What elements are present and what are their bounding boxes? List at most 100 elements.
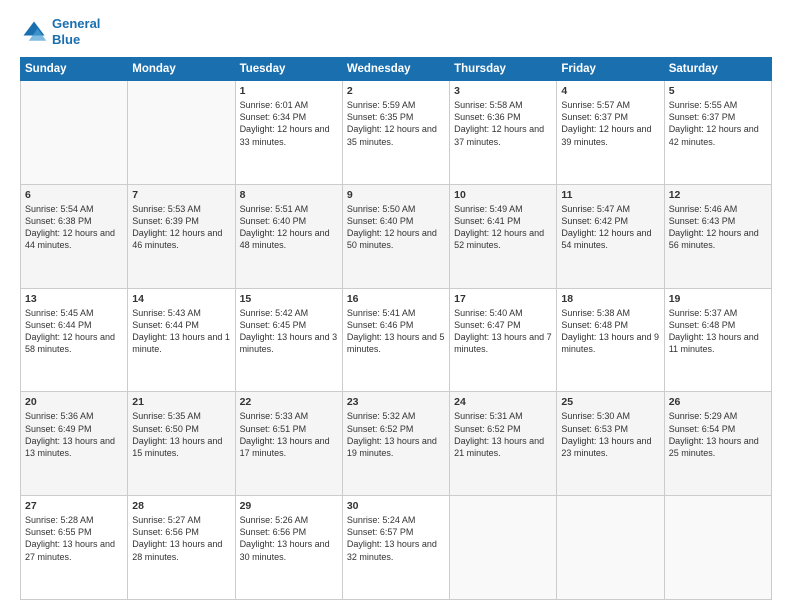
cell-info: Sunrise: 5:29 AM Sunset: 6:54 PM Dayligh… [669, 410, 767, 459]
day-header-wednesday: Wednesday [342, 58, 449, 81]
calendar-cell: 23 Sunrise: 5:32 AM Sunset: 6:52 PM Dayli… [342, 392, 449, 496]
calendar-cell: 5Sunrise: 5:55 AM Sunset: 6:37 PM Daylig… [664, 81, 771, 185]
cell-day-number: 3 [454, 85, 552, 97]
cell-info: Sunrise: 5:32 AM Sunset: 6:52 PM Dayligh… [347, 410, 445, 459]
cell-day-number: 11 [561, 189, 659, 201]
day-header-sunday: Sunday [21, 58, 128, 81]
calendar-cell: 12 Sunrise: 5:46 AM Sunset: 6:43 PM Dayli… [664, 184, 771, 288]
calendar-cell: 25 Sunrise: 5:30 AM Sunset: 6:53 PM Dayli… [557, 392, 664, 496]
cell-day-number: 14 [132, 293, 230, 305]
header: General Blue [20, 16, 772, 47]
week-row-3: 13 Sunrise: 5:45 AM Sunset: 6:44 PM Dayli… [21, 288, 772, 392]
logo-text: General Blue [52, 16, 100, 47]
week-row-4: 20 Sunrise: 5:36 AM Sunset: 6:49 PM Dayli… [21, 392, 772, 496]
calendar-cell: 28 Sunrise: 5:27 AM Sunset: 6:56 PM Dayli… [128, 496, 235, 600]
calendar-cell: 13 Sunrise: 5:45 AM Sunset: 6:44 PM Dayli… [21, 288, 128, 392]
cell-day-number: 19 [669, 293, 767, 305]
cell-day-number: 24 [454, 396, 552, 408]
cell-day-number: 26 [669, 396, 767, 408]
calendar-cell: 24 Sunrise: 5:31 AM Sunset: 6:52 PM Dayli… [450, 392, 557, 496]
week-row-5: 27 Sunrise: 5:28 AM Sunset: 6:55 PM Dayli… [21, 496, 772, 600]
page: General Blue SundayMondayTuesdayWednesda… [0, 0, 792, 612]
calendar-cell: 14 Sunrise: 5:43 AM Sunset: 6:44 PM Dayli… [128, 288, 235, 392]
cell-info: Sunrise: 5:47 AM Sunset: 6:42 PM Dayligh… [561, 203, 659, 252]
calendar-cell: 20 Sunrise: 5:36 AM Sunset: 6:49 PM Dayli… [21, 392, 128, 496]
cell-info: Sunrise: 5:31 AM Sunset: 6:52 PM Dayligh… [454, 410, 552, 459]
cell-day-number: 9 [347, 189, 445, 201]
cell-info: Sunrise: 5:46 AM Sunset: 6:43 PM Dayligh… [669, 203, 767, 252]
logo: General Blue [20, 16, 100, 47]
calendar-cell: 4 Sunrise: 5:57 AM Sunset: 6:37 PM Daylig… [557, 81, 664, 185]
calendar-cell: 27 Sunrise: 5:28 AM Sunset: 6:55 PM Dayli… [21, 496, 128, 600]
cell-day-number: 16 [347, 293, 445, 305]
cell-day-number: 7 [132, 189, 230, 201]
cell-day-number: 5 [669, 85, 767, 97]
cell-day-number: 17 [454, 293, 552, 305]
cell-day-number: 12 [669, 189, 767, 201]
cell-info: Sunrise: 5:27 AM Sunset: 6:56 PM Dayligh… [132, 514, 230, 563]
cell-info: Sunrise: 5:49 AM Sunset: 6:41 PM Dayligh… [454, 203, 552, 252]
calendar-cell: 21Sunrise: 5:35 AM Sunset: 6:50 PM Dayli… [128, 392, 235, 496]
cell-day-number: 18 [561, 293, 659, 305]
header-row: SundayMondayTuesdayWednesdayThursdayFrid… [21, 58, 772, 81]
cell-info: Sunrise: 5:43 AM Sunset: 6:44 PM Dayligh… [132, 307, 230, 356]
cell-day-number: 30 [347, 500, 445, 512]
calendar-cell: 3 Sunrise: 5:58 AM Sunset: 6:36 PM Daylig… [450, 81, 557, 185]
cell-day-number: 13 [25, 293, 123, 305]
cell-info: Sunrise: 6:01 AM Sunset: 6:34 PM Dayligh… [240, 99, 338, 148]
calendar-cell: 16 Sunrise: 5:41 AM Sunset: 6:46 PM Dayli… [342, 288, 449, 392]
calendar-table: SundayMondayTuesdayWednesdayThursdayFrid… [20, 57, 772, 600]
cell-info: Sunrise: 5:51 AM Sunset: 6:40 PM Dayligh… [240, 203, 338, 252]
cell-info: Sunrise: 5:53 AM Sunset: 6:39 PM Dayligh… [132, 203, 230, 252]
calendar-cell: 18Sunrise: 5:38 AM Sunset: 6:48 PM Dayli… [557, 288, 664, 392]
day-header-saturday: Saturday [664, 58, 771, 81]
calendar-cell: 9 Sunrise: 5:50 AM Sunset: 6:40 PM Daylig… [342, 184, 449, 288]
cell-info: Sunrise: 5:45 AM Sunset: 6:44 PM Dayligh… [25, 307, 123, 356]
cell-info: Sunrise: 5:26 AM Sunset: 6:56 PM Dayligh… [240, 514, 338, 563]
calendar-cell: 15 Sunrise: 5:42 AM Sunset: 6:45 PM Dayli… [235, 288, 342, 392]
day-header-tuesday: Tuesday [235, 58, 342, 81]
cell-info: Sunrise: 5:28 AM Sunset: 6:55 PM Dayligh… [25, 514, 123, 563]
calendar-cell: 17 Sunrise: 5:40 AM Sunset: 6:47 PM Dayli… [450, 288, 557, 392]
cell-info: Sunrise: 5:58 AM Sunset: 6:36 PM Dayligh… [454, 99, 552, 148]
day-header-thursday: Thursday [450, 58, 557, 81]
cell-info: Sunrise: 5:59 AM Sunset: 6:35 PM Dayligh… [347, 99, 445, 148]
cell-info: Sunrise: 5:36 AM Sunset: 6:49 PM Dayligh… [25, 410, 123, 459]
cell-day-number: 15 [240, 293, 338, 305]
cell-day-number: 1 [240, 85, 338, 97]
cell-day-number: 20 [25, 396, 123, 408]
calendar-cell: 6Sunrise: 5:54 AM Sunset: 6:38 PM Daylig… [21, 184, 128, 288]
cell-day-number: 27 [25, 500, 123, 512]
cell-info: Sunrise: 5:40 AM Sunset: 6:47 PM Dayligh… [454, 307, 552, 356]
cell-day-number: 21 [132, 396, 230, 408]
calendar-cell [557, 496, 664, 600]
calendar-cell: 10 Sunrise: 5:49 AM Sunset: 6:41 PM Dayli… [450, 184, 557, 288]
cell-day-number: 23 [347, 396, 445, 408]
calendar-cell: 7 Sunrise: 5:53 AM Sunset: 6:39 PM Daylig… [128, 184, 235, 288]
cell-info: Sunrise: 5:24 AM Sunset: 6:57 PM Dayligh… [347, 514, 445, 563]
calendar-cell: 11 Sunrise: 5:47 AM Sunset: 6:42 PM Dayli… [557, 184, 664, 288]
cell-day-number: 6 [25, 189, 123, 201]
calendar-cell [128, 81, 235, 185]
cell-info: Sunrise: 5:41 AM Sunset: 6:46 PM Dayligh… [347, 307, 445, 356]
cell-info: Sunrise: 5:33 AM Sunset: 6:51 PM Dayligh… [240, 410, 338, 459]
cell-info: Sunrise: 5:50 AM Sunset: 6:40 PM Dayligh… [347, 203, 445, 252]
calendar-cell: 2 Sunrise: 5:59 AM Sunset: 6:35 PM Daylig… [342, 81, 449, 185]
week-row-1: 1 Sunrise: 6:01 AM Sunset: 6:34 PM Daylig… [21, 81, 772, 185]
cell-day-number: 28 [132, 500, 230, 512]
cell-day-number: 22 [240, 396, 338, 408]
cell-day-number: 4 [561, 85, 659, 97]
day-header-friday: Friday [557, 58, 664, 81]
cell-day-number: 2 [347, 85, 445, 97]
cell-day-number: 25 [561, 396, 659, 408]
calendar-cell: 29Sunrise: 5:26 AM Sunset: 6:56 PM Dayli… [235, 496, 342, 600]
cell-info: Sunrise: 5:57 AM Sunset: 6:37 PM Dayligh… [561, 99, 659, 148]
calendar-cell: 26 Sunrise: 5:29 AM Sunset: 6:54 PM Dayli… [664, 392, 771, 496]
logo-icon [20, 18, 48, 46]
cell-day-number: 10 [454, 189, 552, 201]
calendar-cell: 30 Sunrise: 5:24 AM Sunset: 6:57 PM Dayli… [342, 496, 449, 600]
cell-info: Sunrise: 5:42 AM Sunset: 6:45 PM Dayligh… [240, 307, 338, 356]
cell-info: Sunrise: 5:30 AM Sunset: 6:53 PM Dayligh… [561, 410, 659, 459]
cell-info: Sunrise: 5:37 AM Sunset: 6:48 PM Dayligh… [669, 307, 767, 356]
day-header-monday: Monday [128, 58, 235, 81]
